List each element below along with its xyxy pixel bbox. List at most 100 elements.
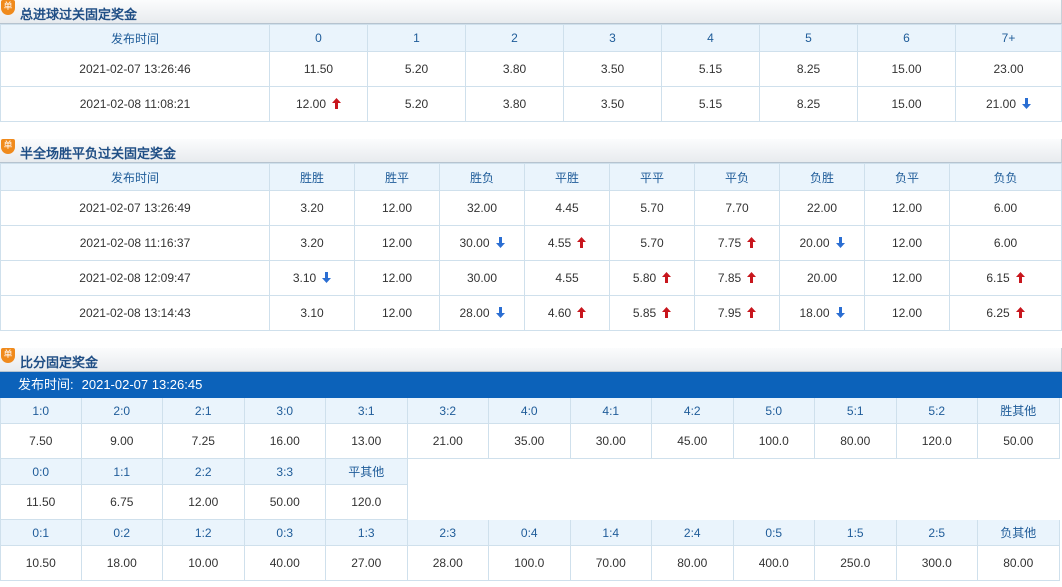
cell-value: 3.50 [600,97,625,111]
score-odds: 120.0 [326,485,408,520]
badge-icon: 单 [1,348,15,363]
score-label: 0:2 [81,520,163,546]
odds-cell: 3.50 [563,51,662,87]
score-label: 1:3 [326,520,408,546]
odds-cell: 4.55 [524,225,610,261]
odds-cell: 6.15 [949,260,1062,296]
cell-value: 18.00 [799,306,830,320]
column-header: 胜胜 [269,163,355,191]
cell-value: 6.00 [993,236,1018,250]
column-header: 负胜 [779,163,865,191]
cell-value: 5.80 [632,271,657,285]
cell-value: 20.00 [799,236,830,250]
cell-value: 6.15 [986,271,1010,285]
section-title: 半全场胜平负过关固定奖金 [20,147,177,162]
cell-value: 23.00 [993,62,1024,76]
score-odds: 28.00 [407,546,489,581]
odds-cell: 12.00 [269,86,368,122]
cell-value: 4.45 [555,201,579,215]
odds-cell: 6.00 [949,190,1062,226]
table-row: 2021-02-07 13:26:46 11.50 5.20 3.80 3.50 5.15… [0,51,1062,87]
arrow-down-icon [322,272,332,284]
cell-value: 8.25 [796,97,821,111]
cell-value: 20.00 [806,271,838,285]
odds-cell: 21.00 [955,86,1062,122]
arrow-up-icon [747,307,757,319]
score-label: 0:1 [0,520,82,546]
odds-cell: 12.00 [864,260,950,296]
score-odds: 120.0 [896,424,978,459]
table-row: 2021-02-08 11:08:21 12.00 5.20 3.80 3.50 5.15… [0,86,1062,122]
score-draw-values-row: 11.50 6.75 12.00 50.00 120.0 [0,485,1061,520]
cell-value: 5.85 [632,306,657,320]
cell-value: 3.10 [292,271,317,285]
cell-value: 2021-02-07 13:26:46 [79,62,191,76]
odds-cell: 4.60 [524,295,610,331]
section-total-goals: 单 总进球过关固定奖金 发布时间 0 1 2 3 4 5 6 7+ 2021-02-07 13:2… [0,0,1062,122]
badge-icon: 单 [1,139,15,154]
arrow-down-icon [835,237,845,249]
column-header: 发布时间 [0,24,270,52]
odds-cell: 12.00 [354,260,440,296]
cell-value: 8.25 [796,62,821,76]
cell-value: 7.75 [717,236,742,250]
cell-value: 32.00 [466,201,498,215]
section-header: 单 总进球过关固定奖金 [0,0,1062,24]
cell-value: 7.70 [725,201,749,215]
odds-cell: 7.75 [694,225,780,261]
odds-cell: 23.00 [955,51,1062,87]
odds-cell: 3.50 [563,86,662,122]
arrow-up-icon [662,272,672,284]
cell-value: 2021-02-08 13:14:43 [79,306,191,320]
column-header: 6 [857,24,956,52]
score-odds: 400.0 [733,546,815,581]
cell-value: 7.85 [717,271,742,285]
odds-cell: 7.95 [694,295,780,331]
score-win-labels-row: 1:0 2:0 2:1 3:0 3:1 3:2 4:0 4:1 4:2 5:0 5:1 5:2 胜其他 [0,398,1061,424]
score-label: 0:4 [489,520,571,546]
odds-cell: 28.00 [439,295,525,331]
arrow-up-icon [577,237,587,249]
cell-value: 12.00 [891,201,923,215]
total-goals-table: 发布时间 0 1 2 3 4 5 6 7+ 2021-02-07 13:26:46 11.50 5.2… [0,24,1062,122]
score-odds: 100.0 [489,546,571,581]
score-odds: 50.00 [244,485,326,520]
header-row: 发布时间 胜胜 胜平 胜负 平胜 平平 平负 负胜 负平 负负 [0,163,1062,191]
publish-time-bar: 发布时间: 2021-02-07 13:26:45 [0,372,1062,398]
column-header: 2 [465,24,564,52]
cell-value: 3.20 [300,201,324,215]
arrow-up-icon [747,272,757,284]
score-label: 5:2 [896,398,978,424]
cell-value: 7.95 [717,306,742,320]
odds-cell: 7.85 [694,260,780,296]
score-label: 3:1 [326,398,408,424]
section-half-full: 单 半全场胜平负过关固定奖金 发布时间 胜胜 胜平 胜负 平胜 平平 平负 负胜 负平 负负 202… [0,139,1062,331]
score-label: 3:0 [244,398,326,424]
odds-cell: 8.25 [759,51,858,87]
cell-value: 12.00 [891,271,923,285]
cell-value: 12.00 [381,271,413,285]
odds-cell: 32.00 [439,190,525,226]
table-row: 2021-02-08 11:16:37 3.20 12.00 30.00 4.55 5.7… [0,225,1062,261]
odds-cell: 6.25 [949,295,1062,331]
score-odds: 11.50 [0,485,82,520]
score-odds: 9.00 [81,424,163,459]
odds-cell: 12.00 [864,190,950,226]
cell-value: 2021-02-08 11:16:37 [79,236,191,250]
score-odds: 13.00 [326,424,408,459]
cell-value: 30.00 [459,236,490,250]
cell-value: 4.55 [547,236,572,250]
publish-time-cell: 2021-02-08 11:08:21 [0,86,270,122]
cell-value: 11.50 [303,62,334,76]
score-odds: 40.00 [244,546,326,581]
score-odds: 70.00 [570,546,652,581]
score-label: 1:4 [570,520,652,546]
cell-value: 4.55 [555,271,579,285]
odds-cell: 3.80 [465,86,564,122]
section-header: 单 半全场胜平负过关固定奖金 [0,139,1062,163]
cell-value: 12.00 [381,201,413,215]
score-odds: 80.00 [815,424,897,459]
odds-cell: 5.20 [367,86,466,122]
cell-value: 5.15 [698,97,723,111]
arrow-up-icon [747,237,757,249]
